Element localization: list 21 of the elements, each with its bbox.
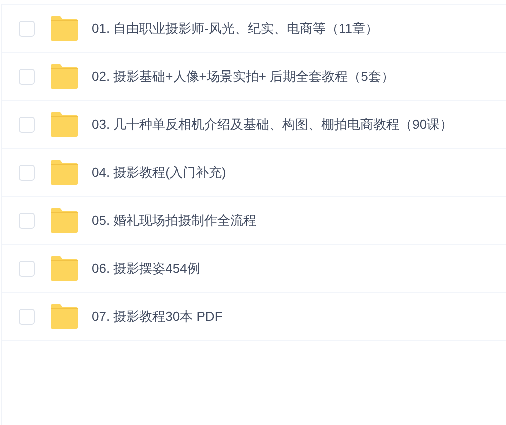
folder-icon	[50, 208, 79, 233]
folder-icon	[50, 256, 79, 281]
folder-name[interactable]: 05. 婚礼现场拍摄制作全流程	[92, 210, 257, 230]
checkbox[interactable]	[19, 308, 35, 324]
folder-name[interactable]: 03. 几十种单反相机介绍及基础、构图、棚拍电商教程（90课）	[92, 114, 454, 134]
checkbox[interactable]	[19, 164, 35, 180]
folder-icon	[50, 64, 79, 89]
checkbox[interactable]	[19, 20, 35, 36]
folder-icon	[50, 16, 79, 41]
folder-name[interactable]: 04. 摄影教程(入门补充)	[92, 162, 226, 182]
folder-name[interactable]: 06. 摄影摆姿454例	[92, 258, 200, 278]
folder-icon	[50, 160, 79, 185]
checkbox[interactable]	[19, 68, 35, 84]
checkbox[interactable]	[19, 212, 35, 228]
folder-name[interactable]: 07. 摄影教程30本 PDF	[92, 306, 223, 326]
checkbox[interactable]	[19, 116, 35, 132]
folder-icon	[50, 112, 79, 137]
folder-icon	[50, 304, 79, 329]
folder-name[interactable]: 02. 摄影基础+人像+场景实拍+ 后期全套教程（5套）	[92, 66, 394, 86]
folder-name[interactable]: 01. 自由职业摄影师-风光、纪实、电商等（11章）	[92, 18, 379, 38]
checkbox[interactable]	[19, 260, 35, 276]
